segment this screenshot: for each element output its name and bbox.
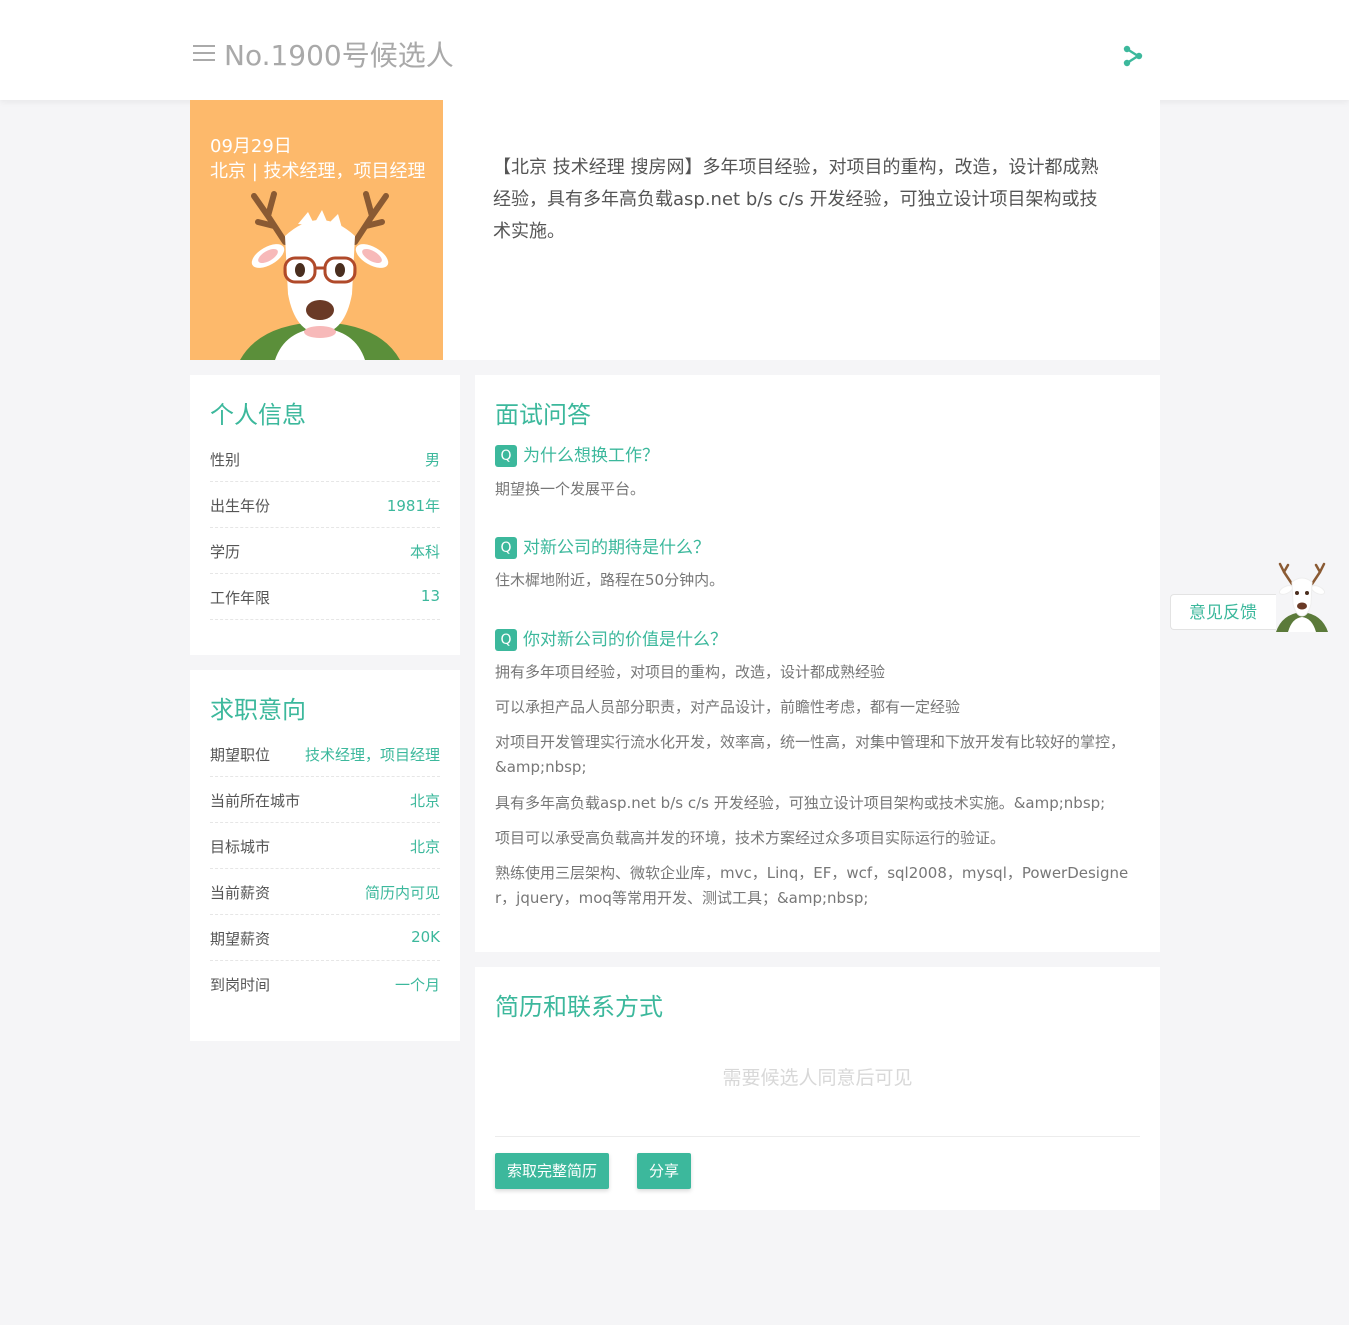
intent-value: 技术经理，项目经理	[304, 746, 440, 764]
qa-answer-line: 拥有多年项目经验，对项目的重构，改造，设计都成熟经验	[495, 663, 886, 681]
job-intent-title: 求职意向	[210, 696, 306, 724]
resume-contact-card: 简历和联系方式 需要候选人同意后可见 索取完整简历 分享	[475, 967, 1160, 1210]
intent-row-target-city: 目标城市 北京	[210, 822, 440, 869]
hero-summary-panel: 【北京 技术经理 搜房网】多年项目经验，对项目的重构，改造，设计都成熟经验，具有…	[443, 100, 1160, 360]
deer-mascot-icon	[240, 191, 400, 360]
info-row-birth-year: 出生年份 1981年	[210, 481, 440, 528]
qa-answer-line: 可以承担产品人员部分职责，对产品设计，前瞻性考虑，都有一定经验	[495, 698, 961, 716]
info-label: 出生年份	[210, 497, 271, 515]
info-label: 工作年限	[210, 589, 271, 607]
intent-label: 到岗时间	[210, 976, 271, 994]
q-badge-icon: Q	[495, 445, 517, 467]
intent-value: 20K	[411, 928, 440, 946]
info-value: 1981年	[386, 497, 440, 515]
hero-avatar-panel: 09月29日 北京 | 技术经理，项目经理	[190, 100, 443, 360]
info-row-gender: 性别 男	[210, 435, 440, 482]
intent-row-current-salary: 当前薪资 简历内可见	[210, 868, 440, 915]
qa-question: Q 对新公司的期待是什么？	[495, 533, 1140, 559]
request-resume-button[interactable]: 索取完整简历	[495, 1153, 610, 1189]
qa-question: Q 你对新公司的价值是什么？	[495, 625, 1140, 651]
interview-title: 面试问答	[495, 401, 591, 429]
intent-value: 北京	[409, 838, 440, 856]
intent-label: 目标城市	[210, 838, 271, 856]
intent-value: 简历内可见	[364, 884, 440, 902]
intent-row-current-city: 当前所在城市 北京	[210, 776, 440, 823]
qa-answer: 住木樨地附近，路程在50分钟内。	[495, 571, 725, 589]
qa-answer-line: 对项目开发管理实行流水化开发，效率高，统一性高，对集中管理和下放开发有比较好的掌…	[495, 733, 1126, 776]
q-badge-icon: Q	[495, 537, 517, 559]
info-row-education: 学历 本科	[210, 527, 440, 574]
candidate-summary: 【北京 技术经理 搜房网】多年项目经验，对项目的重构，改造，设计都成熟经验，具有…	[493, 157, 1099, 242]
info-label: 性别	[210, 451, 241, 469]
intent-row-position: 期望职位 技术经理，项目经理	[210, 730, 440, 777]
job-intent-card: 求职意向 期望职位 技术经理，项目经理 当前所在城市 北京 目标城市 北京 当前…	[190, 670, 460, 1041]
resume-locked-note: 需要候选人同意后可见	[722, 1067, 913, 1089]
menu-icon[interactable]	[193, 45, 215, 63]
feedback-button[interactable]: 意见反馈	[1170, 594, 1276, 630]
intent-value: 一个月	[394, 976, 440, 994]
q-badge-icon: Q	[495, 629, 517, 651]
qa-question: Q 为什么想换工作？	[495, 441, 1140, 467]
info-value: 男	[424, 451, 440, 469]
divider	[495, 1136, 1140, 1137]
top-bar: No.1900号候选人	[0, 0, 1349, 100]
qa-answer-line: 项目可以承受高负载高并发的环境，技术方案经过众多项目实际运行的验证。	[495, 829, 1006, 847]
qa-item: Q 对新公司的期待是什么？	[495, 533, 1140, 559]
hero-subtitle: 北京 | 技术经理，项目经理	[210, 161, 426, 182]
resume-title: 简历和联系方式	[495, 993, 663, 1021]
page-title: No.1900号候选人	[224, 39, 454, 72]
hero-date: 09月29日	[210, 136, 292, 157]
interview-qa-card: 面试问答 Q 为什么想换工作？ 期望换一个发展平台。 Q 对新公司的期待是什么？ 住…	[475, 375, 1160, 952]
info-row-work-years: 工作年限 13	[210, 573, 440, 620]
intent-row-start-time: 到岗时间 一个月	[210, 960, 440, 1006]
share-button[interactable]: 分享	[637, 1153, 692, 1189]
intent-row-expected-salary: 期望薪资 20K	[210, 914, 440, 961]
intent-label: 期望薪资	[210, 930, 271, 948]
intent-label: 当前所在城市	[210, 792, 301, 810]
personal-info-card: 个人信息 性别 男 出生年份 1981年 学历 本科 工作年限 13	[190, 375, 460, 655]
intent-label: 期望职位	[210, 746, 271, 764]
info-label: 学历	[210, 543, 241, 561]
qa-answer: 期望换一个发展平台。	[495, 480, 646, 498]
deer-mascot-icon[interactable]	[1272, 562, 1332, 632]
info-value: 本科	[409, 543, 440, 561]
qa-answer-line: 具有多年高负载asp.net b/s c/s 开发经验，可独立设计项目架构或技术…	[495, 794, 1106, 812]
personal-info-title: 个人信息	[210, 401, 306, 429]
qa-item: Q 你对新公司的价值是什么？	[495, 625, 1140, 651]
intent-label: 当前薪资	[210, 884, 271, 902]
intent-value: 北京	[409, 792, 440, 810]
qa-answer-line: 熟练使用三层架构、微软企业库，mvc，Linq，EF，wcf，sql2008，m…	[495, 864, 1129, 907]
info-value: 13	[420, 587, 440, 605]
share-icon[interactable]	[1120, 43, 1146, 69]
qa-item: Q 为什么想换工作？	[495, 441, 1140, 467]
